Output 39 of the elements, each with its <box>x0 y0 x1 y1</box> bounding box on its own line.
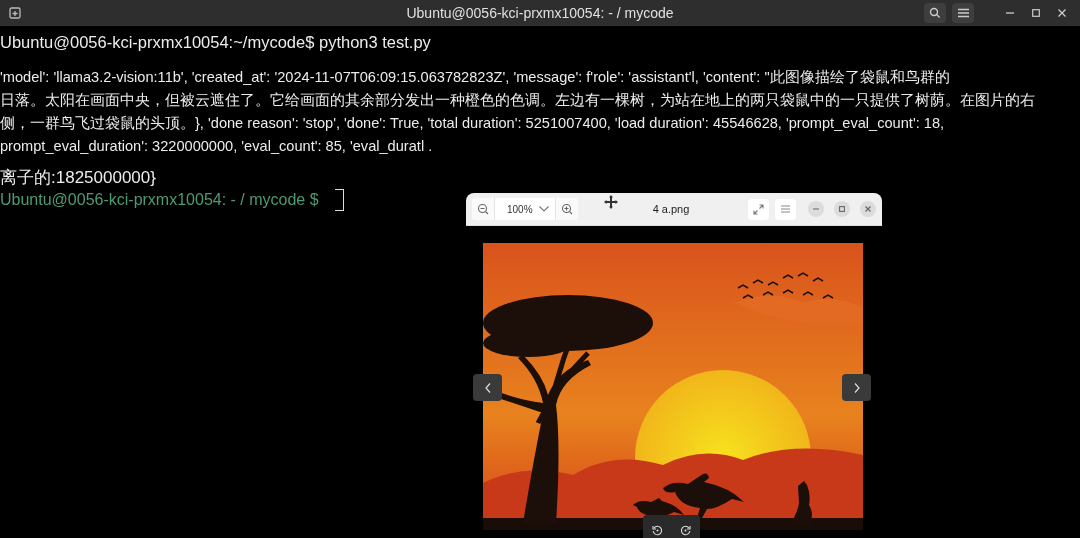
rotate-right-icon <box>680 524 692 536</box>
minimize-icon <box>1006 12 1014 14</box>
zoom-out-button[interactable] <box>472 198 494 220</box>
zoom-in-icon <box>560 203 573 215</box>
output-line: 离子的:1825000000} <box>0 167 157 189</box>
window-title: Ubuntu@0056-kci-prxmx10054: - / mycode <box>406 5 674 21</box>
fullscreen-button[interactable] <box>748 198 769 220</box>
expand-icon <box>753 203 764 215</box>
zoom-out-icon <box>477 203 489 215</box>
chevron-left-icon <box>484 382 491 393</box>
search-button[interactable] <box>924 3 946 23</box>
chevron-down-icon <box>538 206 549 212</box>
menu-icon <box>957 8 969 18</box>
maximize-button[interactable] <box>834 201 850 217</box>
shell-prompt: Ubuntu@0056-kci-prxmx10054: - / mycode $ <box>0 190 319 210</box>
image-file-name: 4 a.png <box>651 203 691 215</box>
text-cursor <box>334 189 344 211</box>
new-tab-icon <box>9 7 21 19</box>
close-icon <box>1058 9 1066 17</box>
output-line: prompt_eval_duration': 3220000000, 'eval_count': 85, 'eval_duratl . <box>0 137 434 156</box>
next-image-button[interactable] <box>842 374 871 401</box>
menu-icon <box>781 205 790 213</box>
move-cursor-icon <box>604 195 618 209</box>
menu-button[interactable] <box>952 3 974 23</box>
maximize-icon <box>839 206 845 212</box>
output-line: 'model': 'llama3.2-vision:11b', 'created_at': '2024-11-07T06:09:15.063782823Z', 'message': f'role': 'assistant'l, 'content': "此图像描绘了袋鼠和鸟群的 <box>0 68 951 87</box>
previous-image-button[interactable] <box>473 374 502 401</box>
search-icon <box>929 7 941 19</box>
close-button[interactable] <box>860 201 876 217</box>
maximize-icon <box>1032 9 1040 17</box>
zoom-in-button[interactable] <box>555 198 578 220</box>
close-icon <box>865 206 871 212</box>
rotate-left-icon <box>651 524 663 536</box>
output-line: 侧，一群鸟飞过袋鼠的头顶。}, 'done reason': 'stop', 'done': True, 'total duration': 5251007400, 'load duration': 45546628, 'prompt_eval_count': 18, <box>0 114 946 133</box>
output-line: 日落。太阳在画面中央，但被云遮住了。它给画面的其余部分发出一种橙色的色调。左边有一棵树，为站在地上的两只袋鼠中的一只提供了树荫。在图片的右 <box>0 91 1036 110</box>
minimize-icon <box>813 208 819 210</box>
chevron-right-icon <box>853 382 860 393</box>
zoom-dropdown[interactable]: 100% <box>494 198 556 220</box>
command-line: Ubuntu@0056-kci-prxmx10054:~/mycode$ python3 test.py <box>0 32 432 52</box>
